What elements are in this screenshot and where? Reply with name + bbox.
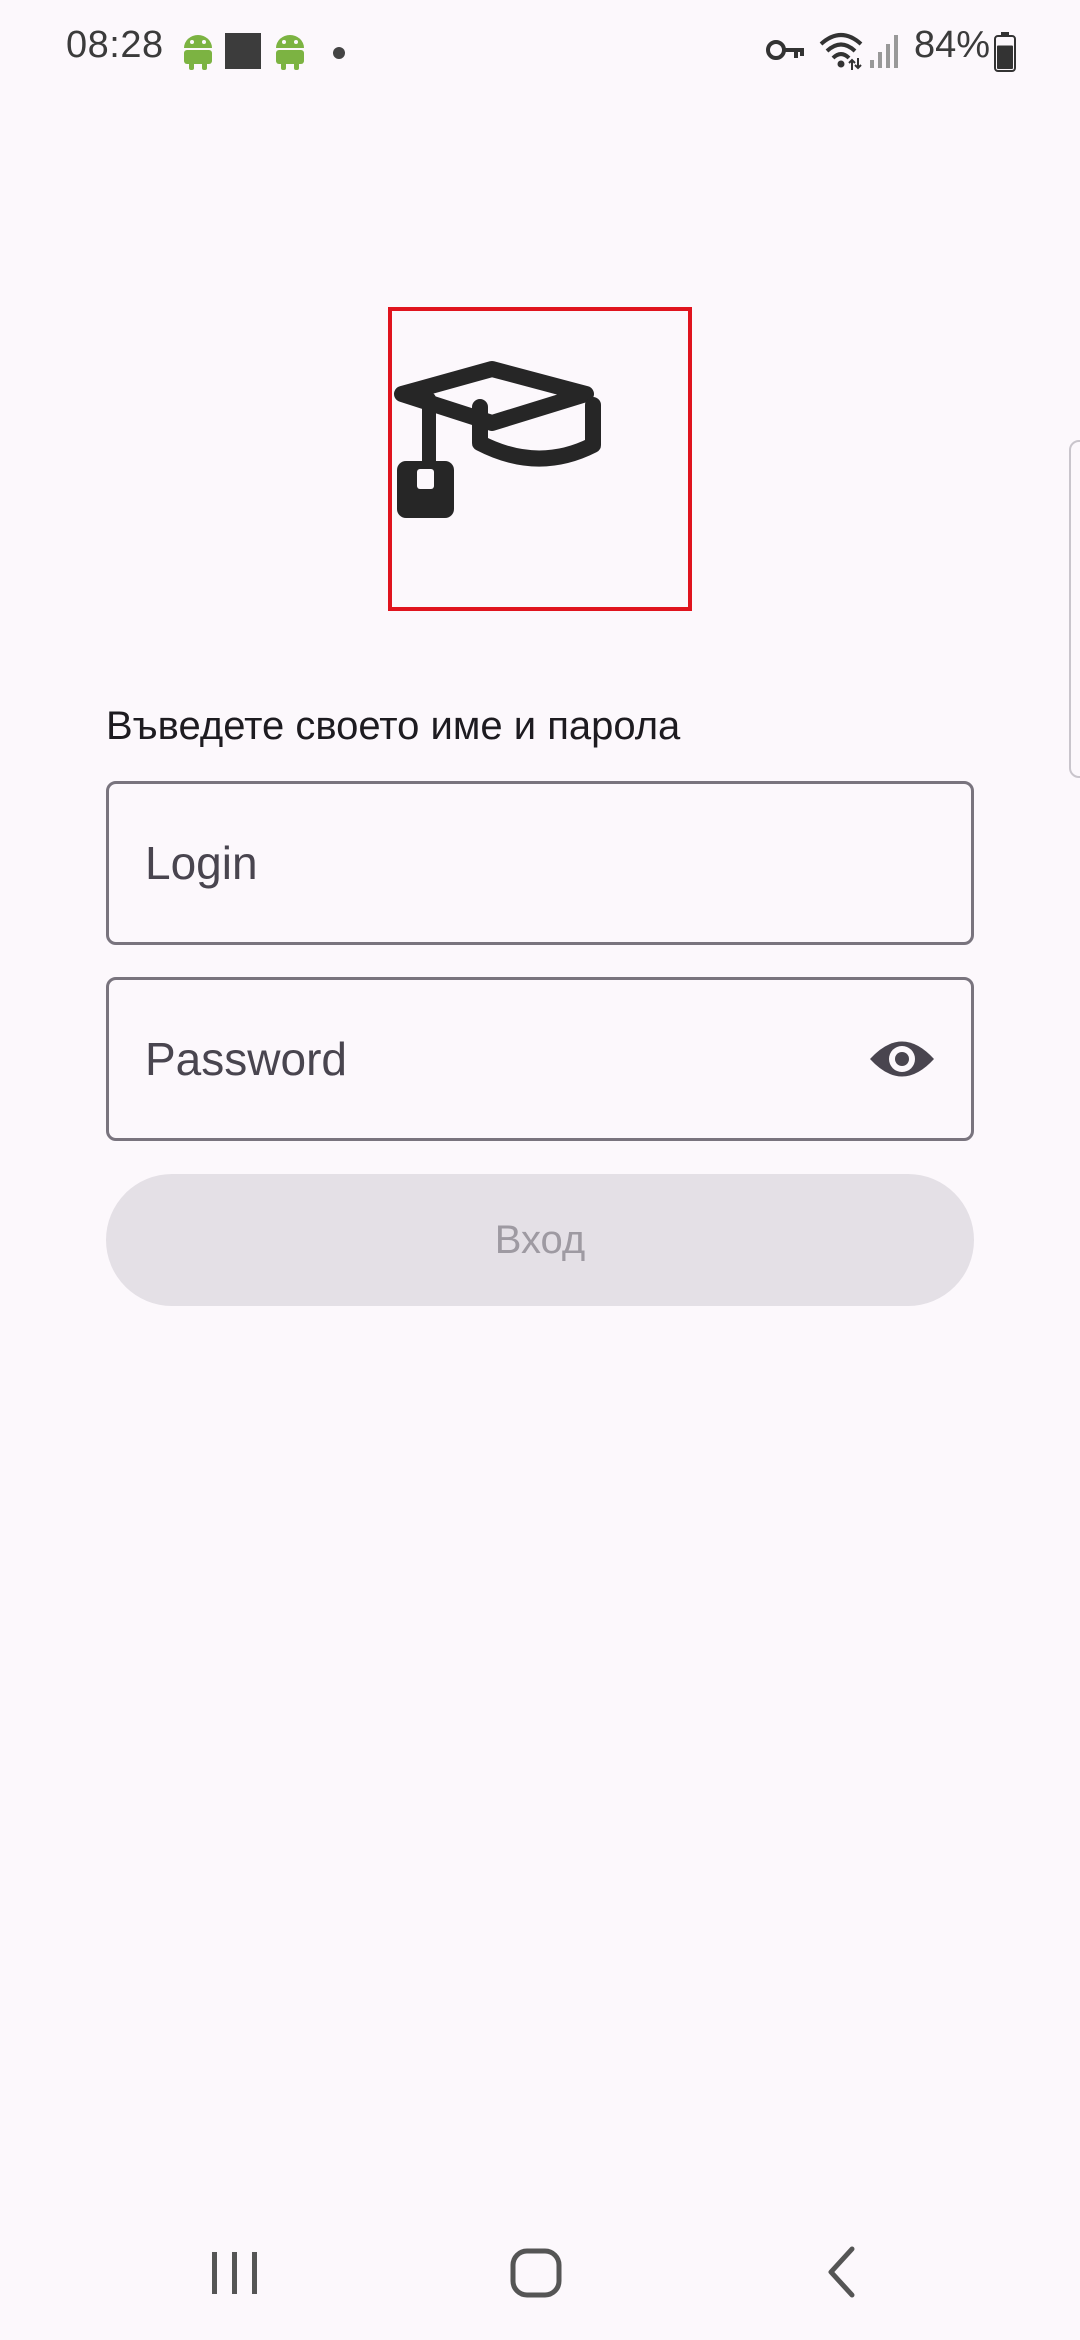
status-time: 08:28 — [66, 24, 164, 66]
signal-icon — [868, 32, 904, 75]
system-nav-bar — [0, 2200, 1080, 2340]
vpn-key-icon — [766, 38, 806, 67]
login-prompt: Въведете своето име и парола — [106, 704, 681, 748]
status-bar: 08:28 84% — [0, 0, 1080, 100]
wifi-icon — [818, 30, 864, 75]
password-field[interactable]: Password — [106, 977, 974, 1141]
recents-icon[interactable] — [195, 2230, 275, 2310]
login-placeholder: Login — [145, 837, 258, 889]
battery-percent: 84% — [914, 24, 991, 66]
android-icon — [180, 30, 216, 75]
login-screen: 08:28 84% Въведете своето име и парола L… — [0, 0, 1080, 2340]
login-field[interactable]: Login — [106, 781, 974, 945]
home-icon[interactable] — [496, 2230, 576, 2310]
app-square-icon — [224, 32, 262, 75]
graduation-cap-icon — [394, 361, 601, 518]
eye-icon[interactable] — [867, 1024, 937, 1094]
edge-panel-handle[interactable] — [1069, 440, 1080, 778]
app-logo — [388, 307, 692, 611]
battery-icon — [994, 32, 1016, 77]
android-icon — [272, 30, 308, 75]
login-button[interactable]: Вход — [106, 1174, 974, 1306]
password-placeholder: Password — [145, 1033, 347, 1085]
back-icon[interactable] — [800, 2230, 880, 2310]
notification-dot-icon — [332, 46, 346, 65]
